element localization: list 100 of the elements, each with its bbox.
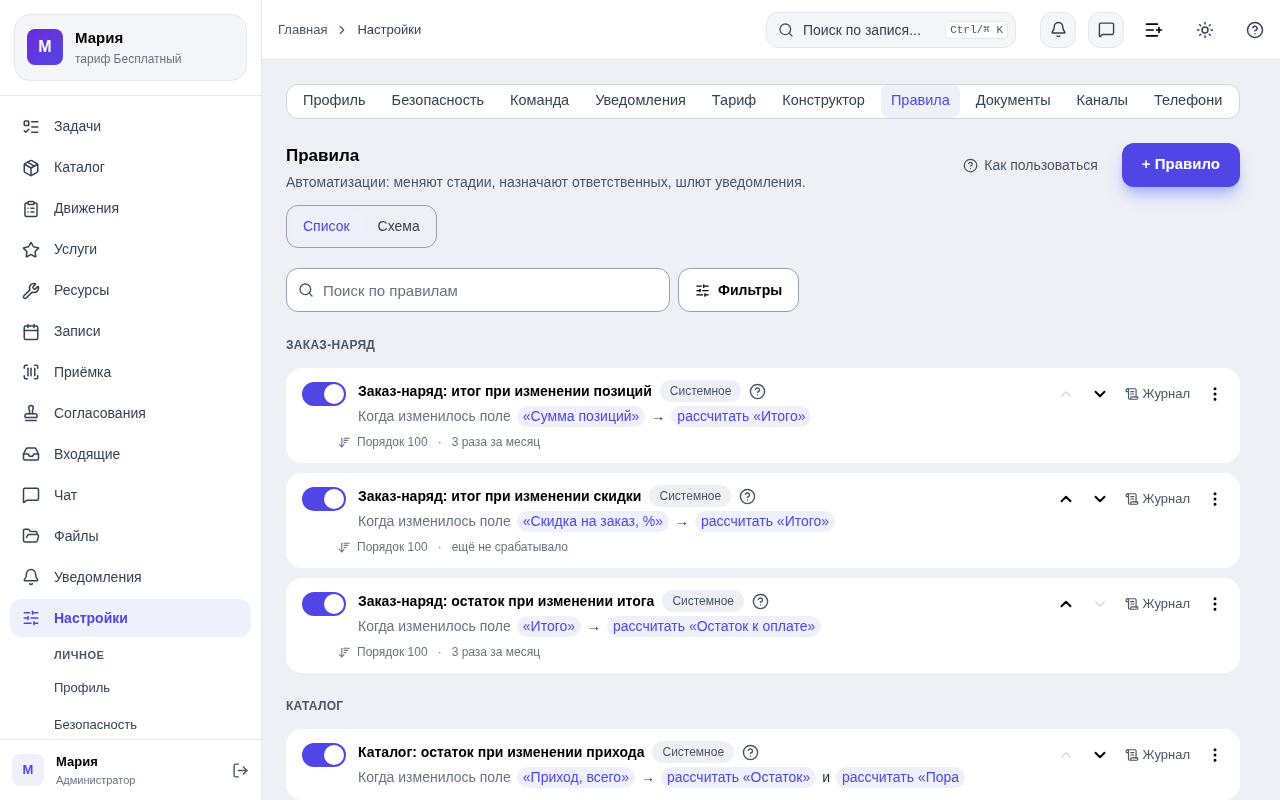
user-name: Мария bbox=[56, 753, 99, 771]
nav-item[interactable]: Приёмка bbox=[10, 353, 251, 392]
clipboard-icon bbox=[22, 199, 40, 218]
nav-item[interactable]: Ресурсы bbox=[10, 271, 251, 311]
nav-item[interactable]: Записи bbox=[10, 312, 251, 352]
chat-icon bbox=[1097, 21, 1115, 38]
nav-item[interactable]: Услуги bbox=[10, 230, 251, 270]
view-tab[interactable]: Список bbox=[291, 210, 362, 243]
order-text: Порядок 100 bbox=[357, 434, 428, 451]
nav-item[interactable]: Файлы bbox=[10, 516, 251, 556]
nav-item[interactable]: Настройки bbox=[10, 598, 251, 638]
nav-item[interactable]: Согласования bbox=[10, 393, 251, 433]
scroll-icon bbox=[1124, 491, 1139, 506]
condition-chip: рассчитать «Итого» bbox=[695, 511, 836, 532]
settings-tab[interactable]: Документы bbox=[965, 85, 1061, 118]
sort-icon bbox=[338, 645, 351, 659]
filters-button[interactable]: Фильтры bbox=[678, 268, 800, 312]
toggle-switch[interactable] bbox=[302, 743, 346, 767]
settings-tab[interactable]: Уведомления bbox=[585, 85, 696, 118]
nav-item[interactable]: Движения bbox=[10, 189, 251, 229]
condition-text: Когда изменилось поле bbox=[358, 407, 511, 426]
logout-icon[interactable] bbox=[232, 761, 249, 779]
wrench-icon bbox=[22, 281, 40, 300]
add-rule-button[interactable]: + Правило bbox=[1121, 142, 1240, 187]
help-icon[interactable] bbox=[1246, 20, 1264, 39]
settings-tab[interactable]: Профиль bbox=[293, 85, 376, 118]
settings-tab[interactable]: Телефони bbox=[1144, 85, 1233, 118]
condition-chip: рассчитать «Итого» bbox=[671, 406, 812, 427]
account-card[interactable]: М Мария тариф Бесплатный bbox=[14, 14, 247, 81]
settings-tab[interactable]: Тариф bbox=[701, 85, 767, 118]
breadcrumb-link[interactable]: Главная bbox=[278, 19, 328, 40]
settings-tab[interactable]: Правила bbox=[880, 85, 960, 118]
nav-item[interactable]: Задачи bbox=[10, 107, 251, 147]
scroll-icon bbox=[1124, 747, 1139, 762]
condition-text: Когда изменилось поле bbox=[358, 512, 511, 531]
account-name: Мария bbox=[75, 28, 125, 48]
subnav-item[interactable]: Безопасность bbox=[54, 715, 251, 735]
connector-text: и bbox=[822, 768, 830, 787]
connector-text: → bbox=[675, 512, 689, 531]
search-icon bbox=[298, 282, 314, 298]
toggle-switch[interactable] bbox=[302, 487, 346, 511]
condition-chip: «Скидка на заказ, %» bbox=[516, 511, 669, 532]
help-icon[interactable] bbox=[752, 592, 770, 610]
user-role: Администратор bbox=[56, 772, 137, 788]
nav-item[interactable]: Уведомления bbox=[10, 557, 251, 597]
condition-chip: «Итого» bbox=[516, 616, 582, 637]
journal-button[interactable]: Журнал bbox=[1124, 594, 1190, 614]
help-icon[interactable] bbox=[739, 487, 757, 505]
settings-tab[interactable]: Каналы bbox=[1066, 85, 1139, 118]
view-tab[interactable]: Схема bbox=[365, 210, 432, 243]
theme-icon[interactable] bbox=[1196, 20, 1214, 39]
user-avatar: М bbox=[12, 754, 44, 786]
help-icon[interactable] bbox=[749, 382, 767, 400]
group-heading: ЗАКАЗ-НАРЯД bbox=[286, 337, 377, 354]
nav-item[interactable]: Входящие bbox=[10, 434, 251, 474]
journal-button[interactable]: Журнал bbox=[1124, 489, 1190, 509]
chat-icon bbox=[22, 486, 40, 505]
journal-button[interactable]: Журнал bbox=[1124, 745, 1190, 765]
toggle-switch[interactable] bbox=[302, 592, 346, 616]
toggle-switch[interactable] bbox=[302, 382, 346, 406]
condition-text: Когда изменилось поле bbox=[358, 768, 511, 787]
settings-tab[interactable]: Безопасность bbox=[381, 85, 495, 118]
page-title: Правила bbox=[286, 144, 361, 167]
subnav-item[interactable]: Профиль bbox=[54, 678, 251, 698]
system-tag: Системное bbox=[652, 741, 735, 763]
messages-button[interactable] bbox=[1088, 11, 1124, 48]
order-text: Порядок 100 bbox=[357, 644, 428, 661]
order-text: Порядок 100 bbox=[357, 539, 428, 556]
notifications-button[interactable] bbox=[1040, 11, 1076, 48]
stamp-icon bbox=[22, 404, 40, 423]
inbox-icon bbox=[22, 445, 40, 464]
rule-title: Заказ-наряд: итог при изменении скидки bbox=[358, 486, 642, 506]
help-link[interactable]: Как пользоваться bbox=[963, 154, 1098, 176]
settings-tab[interactable]: Конструктор bbox=[772, 85, 875, 118]
journal-button[interactable]: Журнал bbox=[1124, 384, 1190, 404]
settings-tab[interactable]: Команда bbox=[500, 85, 580, 118]
rule-title: Заказ-наряд: остаток при изменении итога bbox=[358, 591, 655, 611]
system-tag: Системное bbox=[649, 485, 732, 507]
group-heading: КАТАЛОГ bbox=[286, 698, 345, 715]
help-icon[interactable] bbox=[742, 743, 760, 761]
rule-search-field[interactable]: Поиск по правилам bbox=[286, 268, 670, 312]
calendar-icon bbox=[22, 322, 40, 341]
nav-item[interactable]: Каталог bbox=[10, 148, 251, 188]
connector-text: → bbox=[640, 768, 655, 787]
system-tag: Системное bbox=[662, 590, 745, 612]
runs-text: 3 раза за месяц bbox=[451, 434, 541, 451]
help-icon bbox=[963, 157, 979, 173]
bell-icon bbox=[1049, 21, 1067, 38]
sort-icon bbox=[338, 435, 351, 449]
account-avatar: М bbox=[27, 29, 63, 66]
list-icon bbox=[22, 117, 40, 136]
scroll-icon bbox=[1124, 386, 1139, 401]
page-subtitle: Автоматизации: меняют стадии, назначают ответственных, шлют уведомления. bbox=[286, 173, 807, 192]
nav-item[interactable]: Чат bbox=[10, 475, 251, 515]
separator-dot: · bbox=[437, 539, 442, 556]
system-tag: Системное bbox=[659, 380, 742, 402]
folder-icon bbox=[22, 527, 40, 546]
condition-chip: «Приход, всего» bbox=[516, 767, 635, 788]
rule-title: Каталог: остаток при изменении прихода bbox=[358, 742, 645, 762]
condition-text: Когда изменилось поле bbox=[358, 617, 511, 636]
